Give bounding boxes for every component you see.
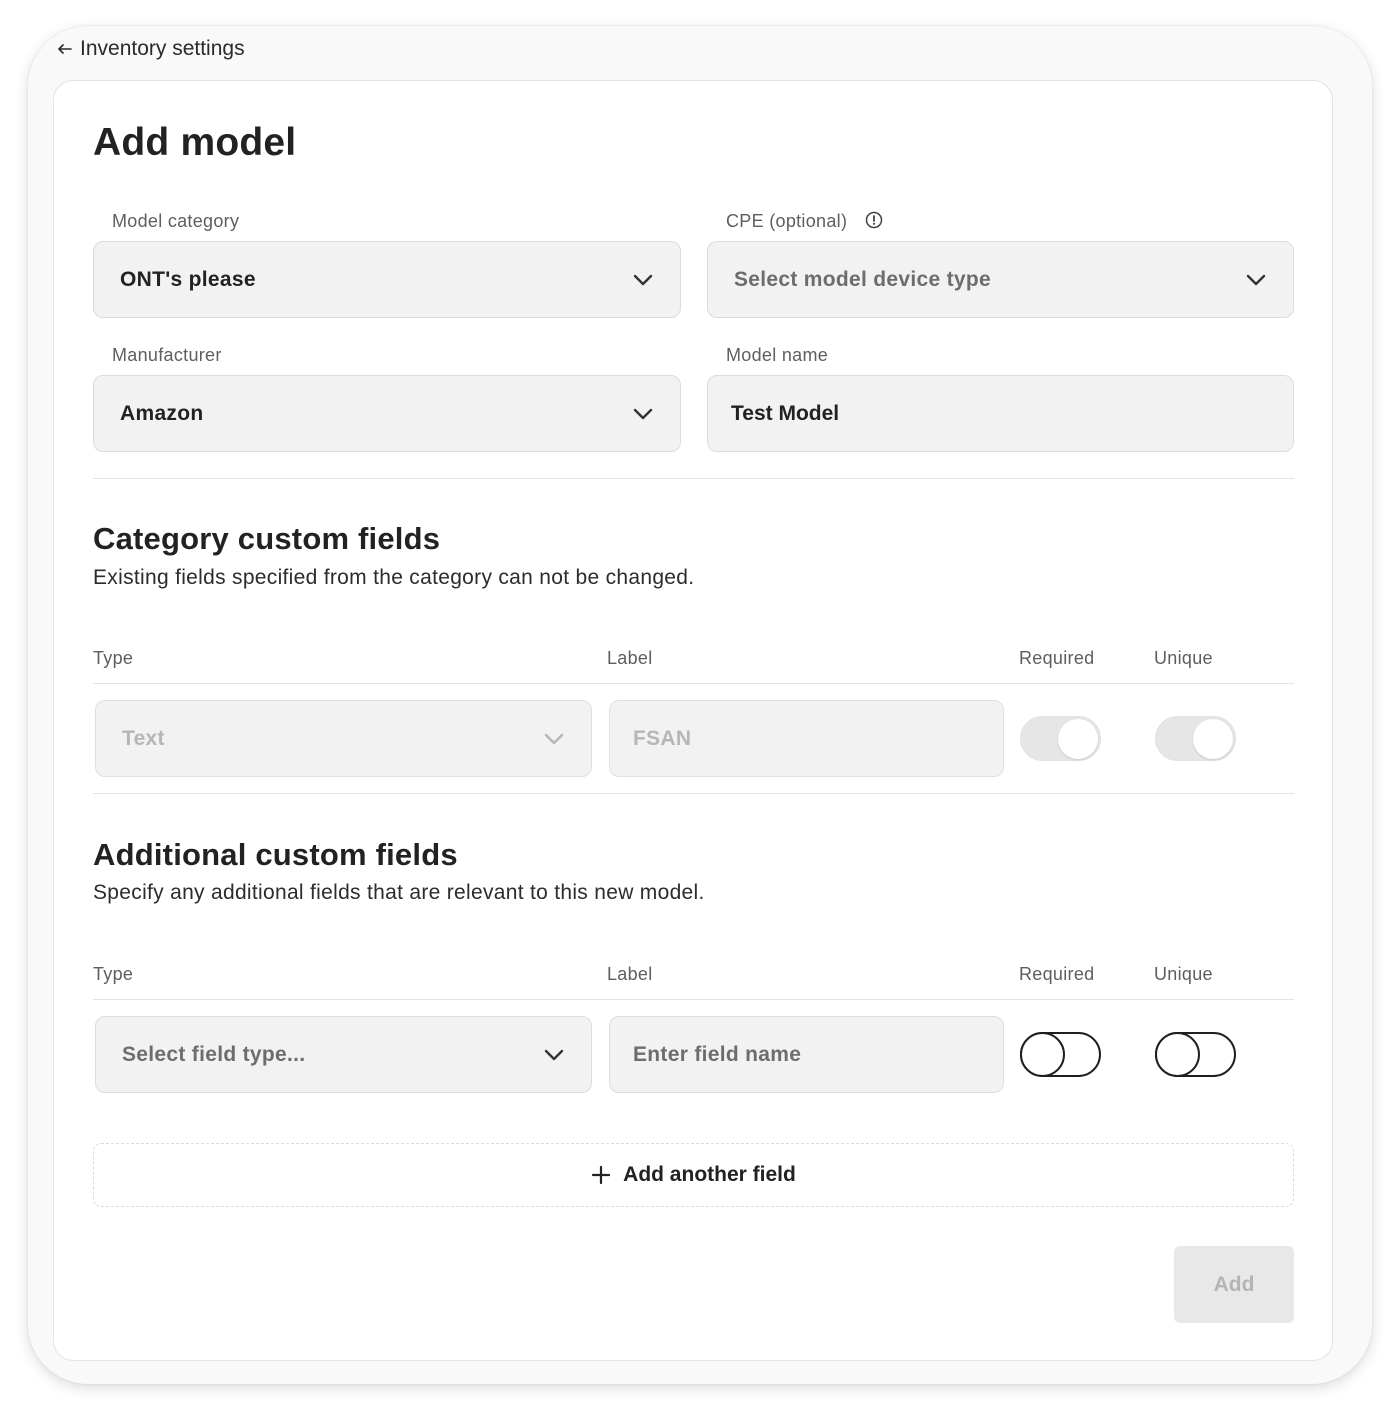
category-row-divider [93,793,1294,794]
field-type-select[interactable]: Select field type... [95,1016,592,1093]
chevron-down-icon [633,274,653,285]
divider [93,478,1294,479]
model-category-label: Model category [112,211,240,231]
additional-fields-title: Additional custom fields [93,837,458,872]
category-label-input: FSAN [609,700,1004,777]
category-col-unique: Unique [1154,648,1213,668]
category-unique-toggle [1155,716,1236,761]
model-name-input[interactable]: Test Model [707,375,1294,452]
model-category-value: ONT's please [120,267,256,291]
chevron-down-icon [544,1049,564,1060]
field-name-input[interactable]: Enter field name [609,1016,1004,1093]
category-col-required: Required [1019,648,1095,668]
category-label-value: FSAN [633,726,692,750]
back-link-label: Inventory settings [80,37,245,60]
toggle-knob [1193,719,1233,759]
chevron-down-icon [633,408,653,419]
manufacturer-label: Manufacturer [112,345,222,365]
field-name-placeholder: Enter field name [633,1042,802,1066]
cpe-select[interactable]: Select model device type [707,241,1294,318]
back-link[interactable]: Inventory settings [58,34,245,64]
category-required-toggle [1020,716,1101,761]
additional-col-unique: Unique [1154,964,1213,984]
toggle-knob [1155,1032,1200,1077]
additional-required-toggle[interactable] [1020,1032,1101,1077]
model-name-label: Model name [726,345,829,365]
toggle-knob [1058,719,1098,759]
add-button[interactable]: Add [1174,1246,1294,1323]
cpe-label: CPE (optional) [726,211,883,232]
additional-unique-toggle[interactable] [1155,1032,1236,1077]
category-type-value: Text [122,726,165,750]
page-title: Add model [93,121,297,164]
category-fields-description: Existing fields specified from the categ… [93,566,695,589]
category-header-divider [93,683,1294,684]
additional-col-required: Required [1019,964,1095,984]
manufacturer-select[interactable]: Amazon [93,375,681,452]
add-model-card: Add model Model category ONT's please CP… [53,80,1333,1361]
additional-col-label: Label [607,964,653,984]
add-another-field-button[interactable]: Add another field [93,1143,1294,1207]
chevron-down-icon [1246,274,1266,285]
chevron-down-icon [544,733,564,744]
field-type-placeholder: Select field type... [122,1042,306,1066]
cpe-label-text: CPE (optional) [726,211,848,231]
cpe-placeholder: Select model device type [734,267,991,291]
category-col-type: Type [93,648,134,668]
manufacturer-value: Amazon [120,401,204,425]
plus-icon [592,1165,611,1185]
additional-header-divider [93,999,1294,1000]
model-category-select[interactable]: ONT's please [93,241,681,318]
info-icon[interactable] [865,211,883,229]
add-another-field-label: Add another field [623,1163,796,1186]
additional-fields-description: Specify any additional fields that are r… [93,881,705,904]
model-name-value: Test Model [731,401,840,425]
category-col-label: Label [607,648,653,668]
category-type-select: Text [95,700,592,777]
arrow-left-icon [58,43,72,55]
additional-col-type: Type [93,964,134,984]
toggle-knob [1020,1032,1065,1077]
category-fields-title: Category custom fields [93,521,441,556]
